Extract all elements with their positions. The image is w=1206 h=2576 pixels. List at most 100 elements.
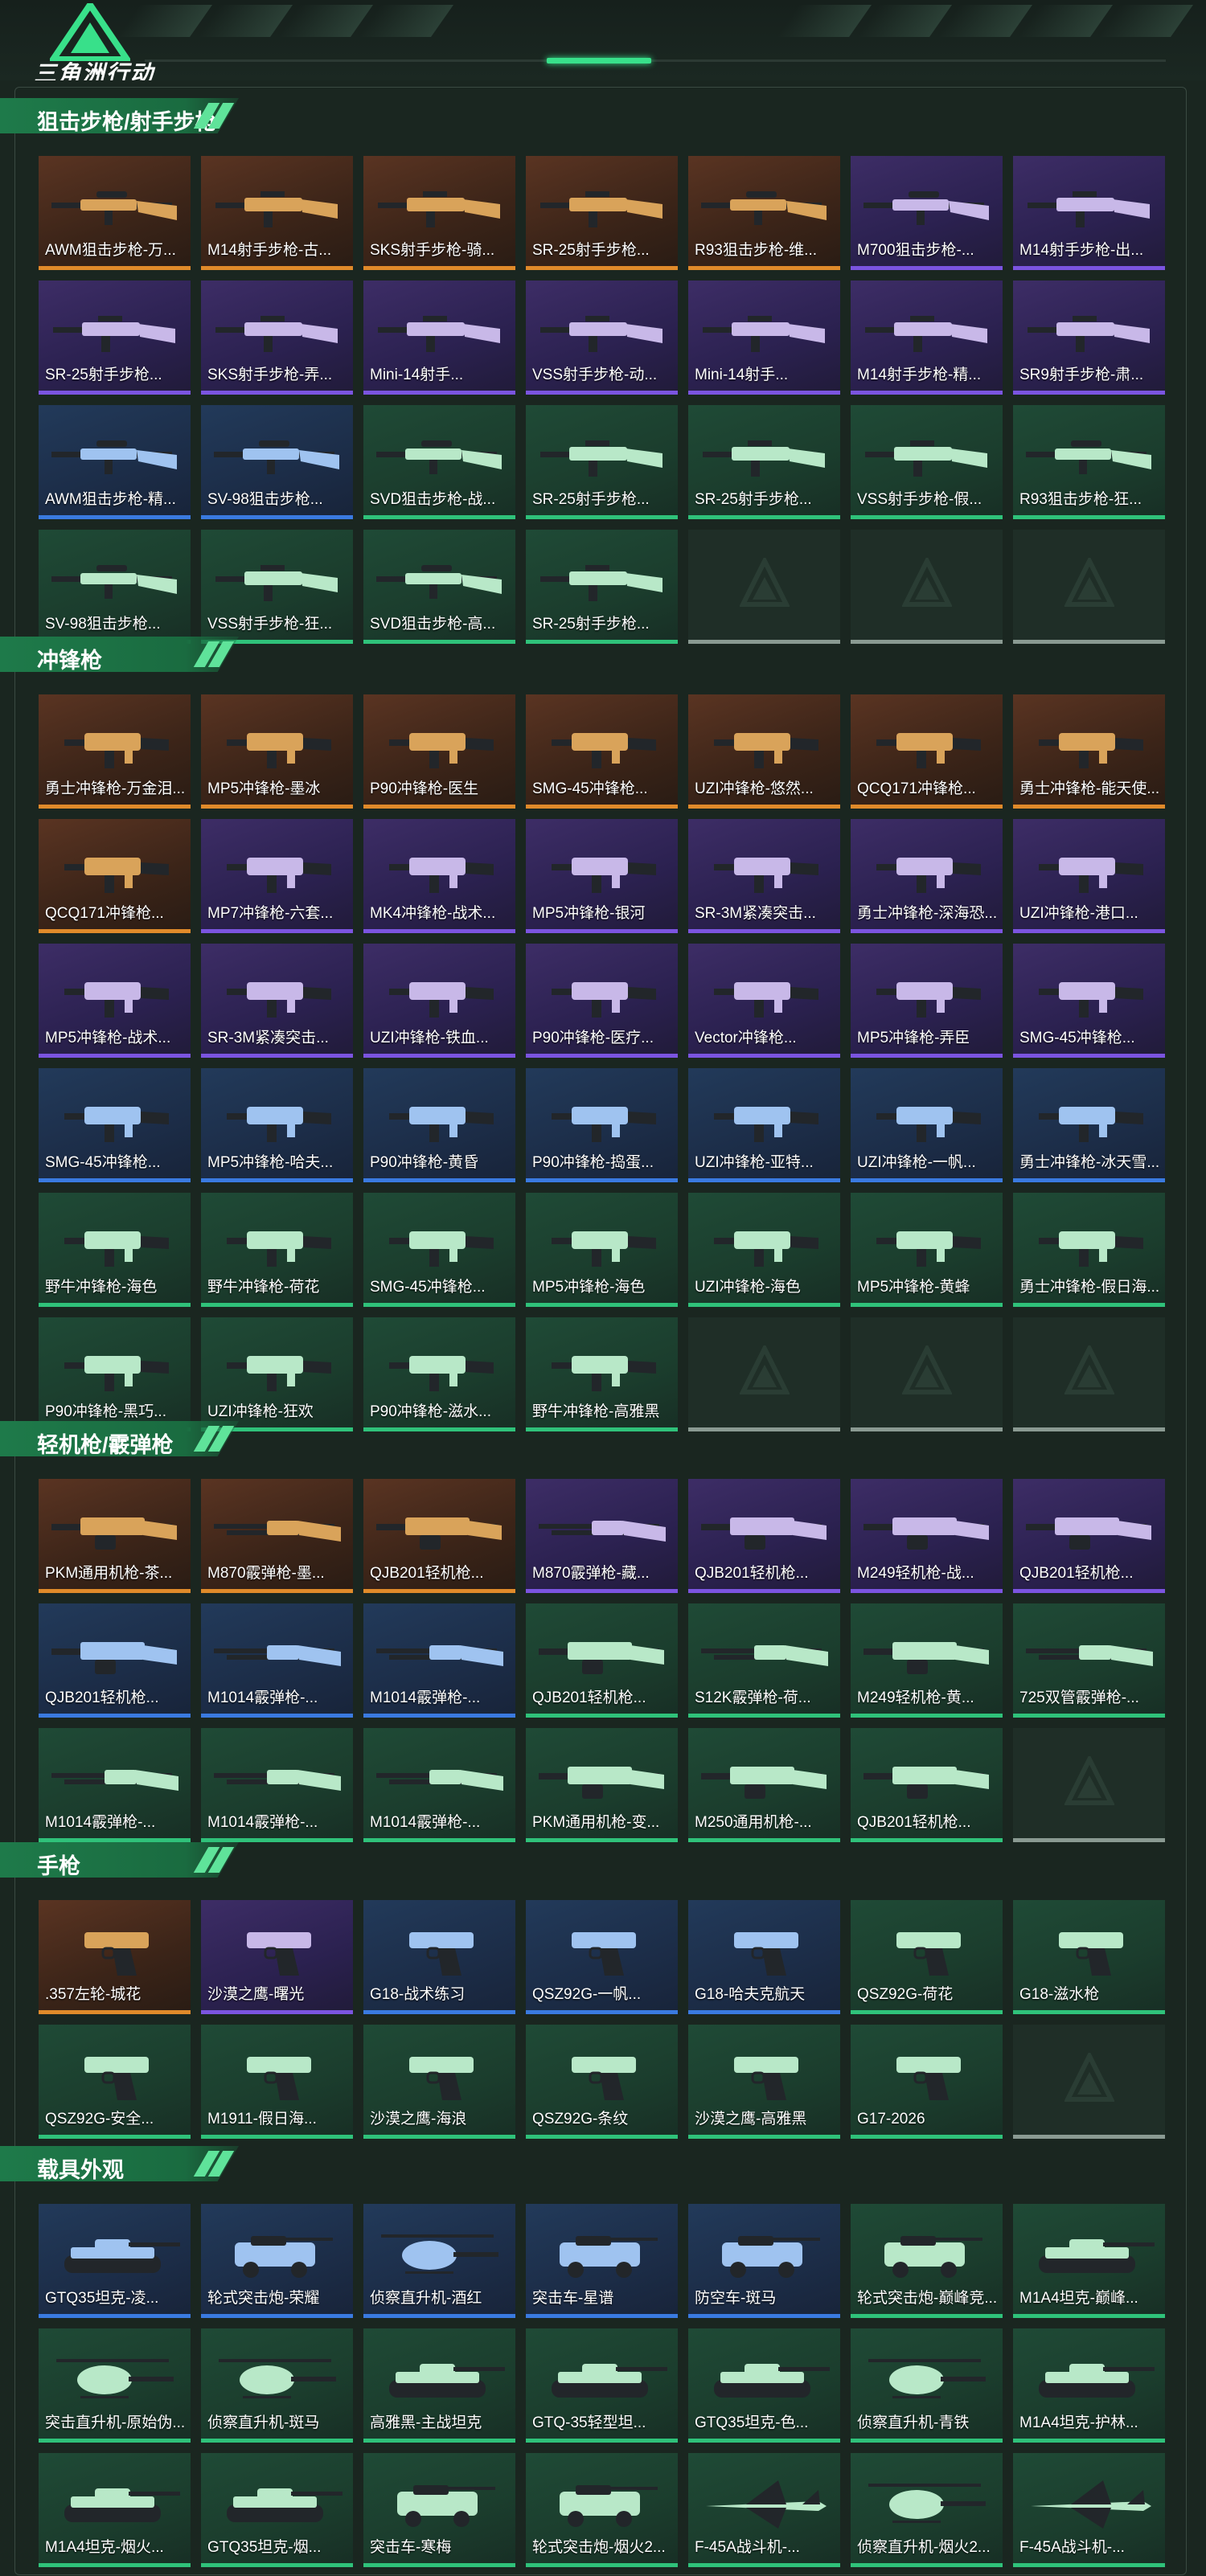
skin-card[interactable]: R93狙击步枪-维... bbox=[688, 156, 840, 270]
skin-card[interactable]: P90冲锋枪-滋水... bbox=[363, 1317, 515, 1431]
skin-card[interactable]: P90冲锋枪-捣蛋... bbox=[526, 1068, 678, 1182]
skin-card[interactable]: SR-25射手步枪... bbox=[526, 530, 678, 644]
skin-card[interactable]: M14射手步枪-古... bbox=[201, 156, 353, 270]
skin-card[interactable]: SKS射手步枪-骑... bbox=[363, 156, 515, 270]
skin-card[interactable]: M1014霰弹枪-... bbox=[39, 1728, 191, 1842]
skin-card[interactable]: QJB201轻机枪... bbox=[363, 1479, 515, 1593]
skin-card[interactable]: UZI冲锋枪-悠然... bbox=[688, 694, 840, 809]
skin-card[interactable]: SR-25射手步枪... bbox=[526, 156, 678, 270]
skin-card[interactable]: 突击车-寒梅 bbox=[363, 2453, 515, 2567]
skin-card[interactable]: SR-25射手步枪... bbox=[688, 405, 840, 519]
skin-card[interactable]: G18-哈夫克航天 bbox=[688, 1900, 840, 2014]
skin-card[interactable]: P90冲锋枪-黄昏 bbox=[363, 1068, 515, 1182]
skin-card[interactable]: M1014霰弹枪-... bbox=[201, 1728, 353, 1842]
skin-card[interactable]: SR-25射手步枪... bbox=[39, 281, 191, 395]
skin-card[interactable]: SR-25射手步枪... bbox=[526, 405, 678, 519]
skin-card[interactable]: G18-滋水枪 bbox=[1013, 1900, 1165, 2014]
skin-card[interactable]: .357左轮-城花 bbox=[39, 1900, 191, 2014]
skin-card[interactable]: 侦察直升机-酒红 bbox=[363, 2204, 515, 2318]
skin-card[interactable]: UZI冲锋枪-狂欢 bbox=[201, 1317, 353, 1431]
skin-card[interactable]: SVD狙击步枪-战... bbox=[363, 405, 515, 519]
skin-card[interactable]: MP5冲锋枪-哈夫... bbox=[201, 1068, 353, 1182]
skin-card[interactable]: VSS射手步枪-动... bbox=[526, 281, 678, 395]
skin-card[interactable]: AWM狙击步枪-万... bbox=[39, 156, 191, 270]
skin-card[interactable]: QJB201轻机枪... bbox=[851, 1728, 1003, 1842]
skin-card[interactable]: F-45A战斗机-... bbox=[1013, 2453, 1165, 2567]
skin-card[interactable]: M14射手步枪-精... bbox=[851, 281, 1003, 395]
skin-card[interactable]: 突击车-星谱 bbox=[526, 2204, 678, 2318]
skin-card[interactable]: 轮式突击炮-烟火2... bbox=[526, 2453, 678, 2567]
skin-card[interactable]: GTQ35坦克-色... bbox=[688, 2328, 840, 2443]
skin-card[interactable]: VSS射手步枪-狂... bbox=[201, 530, 353, 644]
skin-card[interactable]: 沙漠之鹰-海浪 bbox=[363, 2025, 515, 2139]
skin-card[interactable]: MP5冲锋枪-墨冰 bbox=[201, 694, 353, 809]
skin-card[interactable]: QJB201轻机枪... bbox=[1013, 1479, 1165, 1593]
skin-card[interactable]: GTQ35坦克-凌... bbox=[39, 2204, 191, 2318]
skin-card[interactable]: 野牛冲锋枪-高雅黑 bbox=[526, 1317, 678, 1431]
skin-card[interactable]: 轮式突击炮-巅峰竞... bbox=[851, 2204, 1003, 2318]
skin-card[interactable]: M14射手步枪-出... bbox=[1013, 156, 1165, 270]
skin-card[interactable]: M1014霰弹枪-... bbox=[363, 1728, 515, 1842]
skin-card[interactable]: Mini-14射手... bbox=[363, 281, 515, 395]
skin-card[interactable]: SR-3M紧凑突击... bbox=[688, 819, 840, 933]
skin-card[interactable]: 野牛冲锋枪-荷花 bbox=[201, 1193, 353, 1307]
skin-card[interactable]: SV-98狙击步枪... bbox=[39, 530, 191, 644]
skin-card[interactable]: SV-98狙击步枪... bbox=[201, 405, 353, 519]
skin-card[interactable]: M1A4坦克-护林... bbox=[1013, 2328, 1165, 2443]
skin-card[interactable]: MP5冲锋枪-黄蜂 bbox=[851, 1193, 1003, 1307]
skin-card[interactable]: MP5冲锋枪-战术... bbox=[39, 944, 191, 1058]
skin-card[interactable]: M1A4坦克-烟火... bbox=[39, 2453, 191, 2567]
skin-card[interactable]: MP5冲锋枪-海色 bbox=[526, 1193, 678, 1307]
skin-card[interactable]: QJB201轻机枪... bbox=[39, 1603, 191, 1718]
skin-card[interactable]: QCQ171冲锋枪... bbox=[851, 694, 1003, 809]
skin-card[interactable]: 野牛冲锋枪-海色 bbox=[39, 1193, 191, 1307]
skin-card[interactable]: SR-3M紧凑突击... bbox=[201, 944, 353, 1058]
skin-card[interactable]: UZI冲锋枪-亚特... bbox=[688, 1068, 840, 1182]
skin-card[interactable]: SMG-45冲锋枪... bbox=[363, 1193, 515, 1307]
skin-card[interactable]: F-45A战斗机-... bbox=[688, 2453, 840, 2567]
skin-card[interactable]: M1014霰弹枪-... bbox=[363, 1603, 515, 1718]
skin-card[interactable]: MP5冲锋枪-弄臣 bbox=[851, 944, 1003, 1058]
skin-card[interactable]: 侦察直升机-青铁 bbox=[851, 2328, 1003, 2443]
skin-card[interactable]: 725双管霰弹枪-... bbox=[1013, 1603, 1165, 1718]
skin-card[interactable]: M870霰弹枪-墨... bbox=[201, 1479, 353, 1593]
skin-card[interactable]: G18-战术练习 bbox=[363, 1900, 515, 2014]
skin-card[interactable]: UZI冲锋枪-海色 bbox=[688, 1193, 840, 1307]
skin-card[interactable]: QSZ92G-条纹 bbox=[526, 2025, 678, 2139]
skin-card[interactable]: QSZ92G-荷花 bbox=[851, 1900, 1003, 2014]
skin-card[interactable]: MP5冲锋枪-银河 bbox=[526, 819, 678, 933]
skin-card[interactable]: 突击直升机-原始伪... bbox=[39, 2328, 191, 2443]
skin-card[interactable]: GTQ35坦克-烟... bbox=[201, 2453, 353, 2567]
skin-card[interactable]: UZI冲锋枪-铁血... bbox=[363, 944, 515, 1058]
skin-card[interactable]: 沙漠之鹰-高雅黑 bbox=[688, 2025, 840, 2139]
skin-card[interactable]: 防空车-斑马 bbox=[688, 2204, 840, 2318]
skin-card[interactable]: 勇士冲锋枪-能天使... bbox=[1013, 694, 1165, 809]
skin-card[interactable]: VSS射手步枪-假... bbox=[851, 405, 1003, 519]
skin-card[interactable]: 侦察直升机-斑马 bbox=[201, 2328, 353, 2443]
skin-card[interactable]: PKM通用机枪-茶... bbox=[39, 1479, 191, 1593]
skin-card[interactable]: Mini-14射手... bbox=[688, 281, 840, 395]
skin-card[interactable]: P90冲锋枪-医疗... bbox=[526, 944, 678, 1058]
skin-card[interactable]: 勇士冲锋枪-假日海... bbox=[1013, 1193, 1165, 1307]
skin-card[interactable]: QCQ171冲锋枪... bbox=[39, 819, 191, 933]
skin-card[interactable]: QSZ92G-一帆... bbox=[526, 1900, 678, 2014]
skin-card[interactable]: M870霰弹枪-藏... bbox=[526, 1479, 678, 1593]
skin-card[interactable]: M1A4坦克-巅峰... bbox=[1013, 2204, 1165, 2318]
skin-card[interactable]: R93狙击步枪-狂... bbox=[1013, 405, 1165, 519]
skin-card[interactable]: Vector冲锋枪... bbox=[688, 944, 840, 1058]
skin-card[interactable]: SVD狙击步枪-高... bbox=[363, 530, 515, 644]
skin-card[interactable]: G17-2026 bbox=[851, 2025, 1003, 2139]
skin-card[interactable]: SMG-45冲锋枪... bbox=[1013, 944, 1165, 1058]
skin-card[interactable]: UZI冲锋枪-一帆... bbox=[851, 1068, 1003, 1182]
skin-card[interactable]: GTQ-35轻型坦... bbox=[526, 2328, 678, 2443]
skin-card[interactable]: 勇士冲锋枪-冰天雪... bbox=[1013, 1068, 1165, 1182]
skin-card[interactable]: MP7冲锋枪-六套... bbox=[201, 819, 353, 933]
skin-card[interactable]: MK4冲锋枪-战术... bbox=[363, 819, 515, 933]
skin-card[interactable]: 轮式突击炮-荣耀 bbox=[201, 2204, 353, 2318]
skin-card[interactable]: QJB201轻机枪... bbox=[688, 1479, 840, 1593]
skin-card[interactable]: SMG-45冲锋枪... bbox=[39, 1068, 191, 1182]
skin-card[interactable]: 高雅黑-主战坦克 bbox=[363, 2328, 515, 2443]
skin-card[interactable]: SMG-45冲锋枪... bbox=[526, 694, 678, 809]
skin-card[interactable]: M1014霰弹枪-... bbox=[201, 1603, 353, 1718]
skin-card[interactable]: QSZ92G-安全... bbox=[39, 2025, 191, 2139]
